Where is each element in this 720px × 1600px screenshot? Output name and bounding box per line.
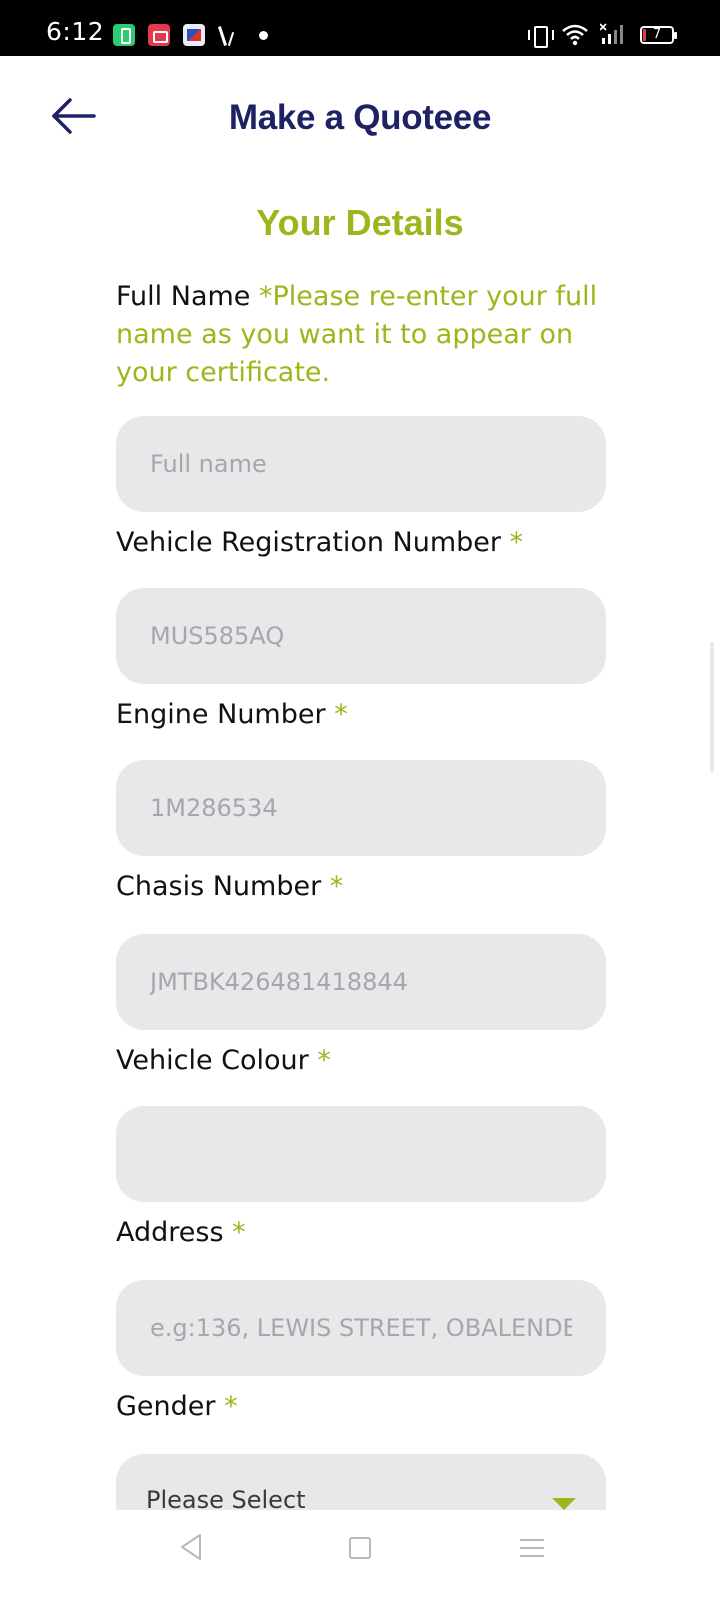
gender-select-value: Please Select [146, 1486, 306, 1510]
status-bar: 6:12 7 [0, 0, 720, 56]
vehicle-colour-label: Vehicle Colour * [116, 1045, 331, 1076]
chasis-number-label: Chasis Number * [116, 871, 344, 902]
app-notification-icon [183, 24, 205, 46]
status-time: 6:12 [46, 17, 105, 46]
battery-icon: 7 [640, 26, 677, 44]
required-marker: * [334, 699, 348, 730]
scrollbar[interactable] [710, 642, 714, 772]
engine-number-label: Engine Number * [116, 699, 348, 730]
wifi-icon [562, 24, 588, 46]
signal-icon [599, 22, 628, 46]
form-scroll-area[interactable]: Your Details Full Name *Please re-enter … [0, 148, 720, 1510]
required-marker: * [224, 1391, 238, 1422]
address-label: Address * [116, 1217, 246, 1248]
vehicle-colour-input[interactable] [116, 1106, 606, 1202]
chasis-number-input[interactable] [116, 934, 606, 1030]
full-name-label-text: Full Name [116, 281, 251, 312]
vehicle-registration-input[interactable] [116, 588, 606, 684]
screen: 6:12 7 Make a Quoteee Your Details Full … [0, 0, 720, 1600]
app-header: Make a Quoteee [0, 56, 720, 148]
required-marker: * [317, 1045, 331, 1076]
screen-record-icon [148, 24, 170, 46]
system-navigation-bar [0, 1510, 720, 1600]
vehicle-registration-label: Vehicle Registration Number * [116, 527, 524, 558]
gender-label: Gender * [116, 1391, 238, 1422]
nav-home-button[interactable] [349, 1537, 371, 1559]
required-marker: * [329, 871, 344, 902]
gender-select[interactable]: Please Select [116, 1454, 606, 1510]
battery-level: 7 [652, 27, 662, 42]
full-name-input[interactable] [116, 416, 606, 512]
required-marker: * [509, 527, 524, 558]
dropdown-arrow-icon [552, 1498, 576, 1510]
address-input[interactable] [116, 1280, 606, 1376]
page-title: Make a Quoteee [228, 98, 492, 137]
required-marker: * [232, 1217, 246, 1248]
triangle-back-icon [181, 1534, 201, 1560]
more-notifications-dot [259, 31, 268, 40]
app-notification-icon-2 [218, 26, 238, 46]
full-name-label: Full Name *Please re-enter your full nam… [116, 278, 616, 392]
section-title: Your Details [256, 202, 464, 243]
nav-recents-button[interactable] [520, 1536, 544, 1560]
nav-back-button[interactable] [174, 1530, 208, 1564]
engine-number-input[interactable] [116, 760, 606, 856]
battery-saver-icon [113, 24, 135, 46]
vibrate-icon [528, 24, 554, 48]
